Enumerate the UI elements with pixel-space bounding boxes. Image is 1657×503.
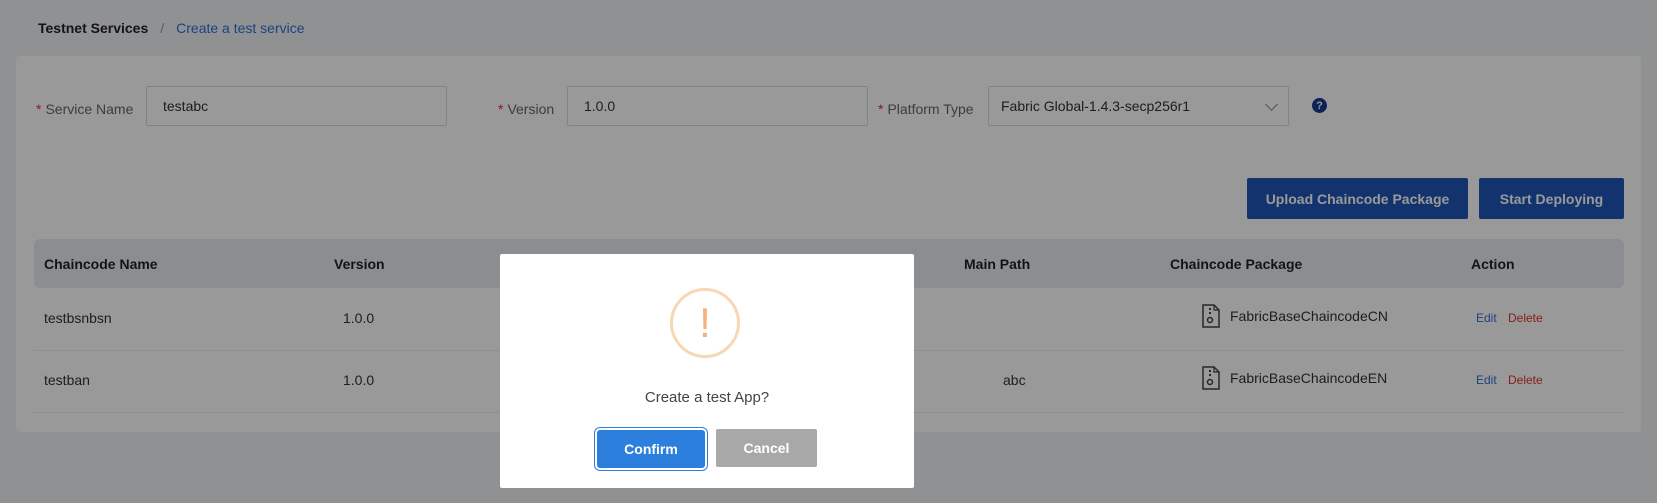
dialog-message: Create a test App?: [644, 389, 770, 406]
confirm-dialog: ! Create a test App? Confirm Cancel: [500, 254, 914, 488]
cancel-button[interactable]: Cancel: [716, 429, 817, 467]
confirm-button[interactable]: Confirm: [597, 430, 705, 468]
exclamation-circle-icon: !: [670, 288, 740, 358]
